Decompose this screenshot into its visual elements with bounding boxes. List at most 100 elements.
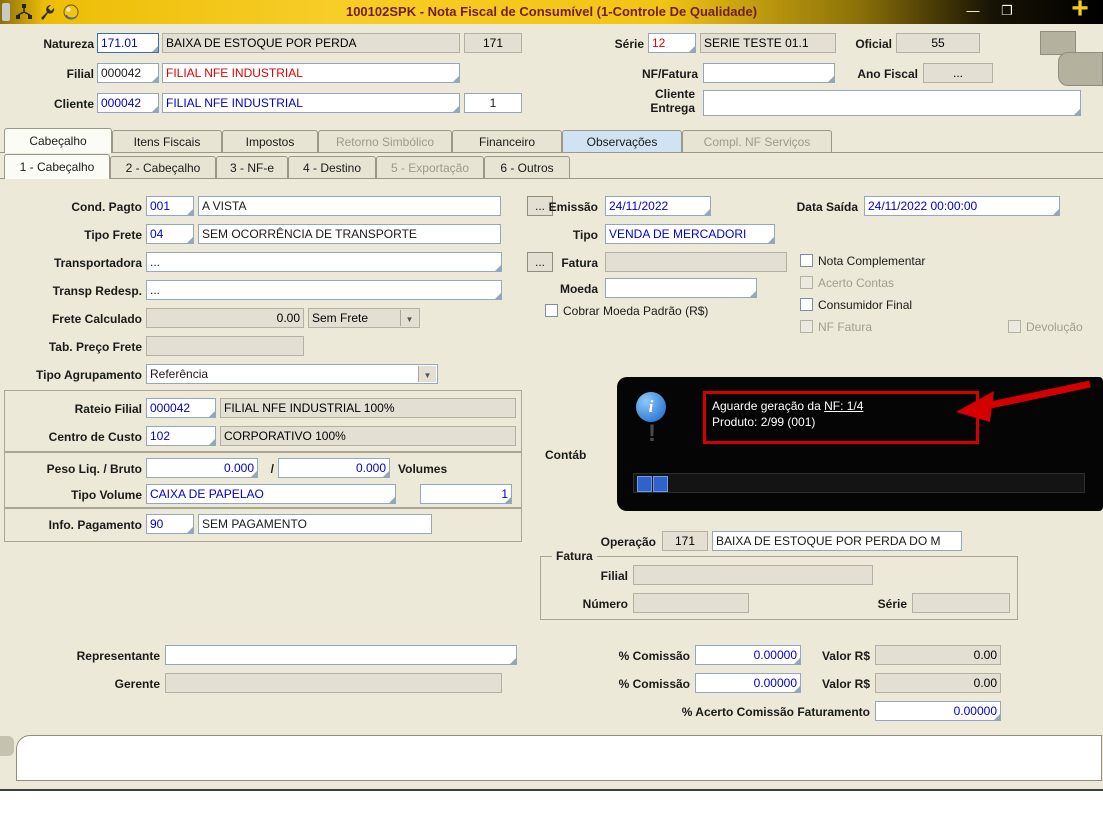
transportadora-field[interactable]: ... [146, 252, 502, 272]
acerto-comissao-field[interactable]: 0.00000 [875, 701, 1001, 721]
title-bar: 100102SPK - Nota Fiscal de Consumível (1… [0, 0, 1103, 24]
cliente-entrega-label-2: Entrega [650, 101, 695, 115]
chevron-down-icon[interactable] [418, 366, 436, 382]
cobrar-moeda-label: Cobrar Moeda Padrão (R$) [563, 304, 709, 318]
nf-fatura-check-label: NF Fatura [818, 320, 873, 334]
subtab-3-nfe[interactable]: 3 - NF-e [216, 156, 288, 178]
transp-redesp-field[interactable]: ... [146, 280, 502, 300]
moeda-label: Moeda [559, 282, 598, 296]
cond-pagto-code-field[interactable]: 001 [146, 196, 194, 216]
transp-redesp-label: Transp Redesp. [52, 284, 142, 298]
tipo-volume-field[interactable]: CAIXA DE PAPELAO [146, 484, 396, 504]
subtab-5-exportacao: 5 - Exportação [376, 156, 484, 178]
contab-label: Contáb [545, 448, 587, 462]
filial-code-field[interactable]: 000042 [97, 63, 159, 83]
acerto-contas-checkbox [800, 276, 813, 289]
volumes-field[interactable]: 1 [420, 484, 512, 504]
tipo-frete-code-field[interactable]: 04 [146, 224, 194, 244]
tab-financeiro[interactable]: Financeiro [452, 130, 562, 152]
tipo-label: Tipo [572, 228, 598, 242]
emissao-field[interactable]: 24/11/2022 [605, 196, 711, 216]
exclamation-icon: ! [648, 420, 656, 447]
info-pagamento-code-field[interactable]: 90 [146, 514, 194, 534]
subtab-1-cabecalho[interactable]: 1 - Cabeçalho [4, 154, 110, 179]
tab-itens-fiscais[interactable]: Itens Fiscais [112, 130, 222, 152]
cobrar-moeda-checkbox[interactable] [545, 304, 558, 317]
chevron-down-icon [400, 310, 418, 326]
operacao-desc-field[interactable]: BAIXA DE ESTOQUE POR PERDA DO M [712, 531, 962, 551]
frete-tipo-value: Sem Frete [312, 311, 369, 325]
cliente-desc-field[interactable]: FILIAL NFE INDUSTRIAL [162, 93, 460, 113]
cliente-label: Cliente [53, 97, 94, 111]
peso-liq-field[interactable]: 0.000 [146, 458, 258, 478]
progress-bar [633, 473, 1085, 493]
natureza-label: Natureza [43, 37, 94, 51]
data-saida-label: Data Saída [796, 200, 858, 214]
frete-tipo-dropdown: Sem Frete [308, 308, 420, 328]
restore-button[interactable]: ❐ [992, 2, 1022, 22]
info-pagamento-desc-field[interactable]: SEM PAGAMENTO [198, 514, 432, 534]
fatura-group-label: Fatura [552, 549, 597, 563]
serie-desc-field: SERIE TESTE 01.1 [700, 33, 836, 53]
centro-custo-code-field[interactable]: 102 [146, 426, 216, 446]
minimize-button[interactable]: — [958, 2, 988, 22]
devolucao-checkbox [1008, 320, 1021, 333]
subtab-6-outros[interactable]: 6 - Outros [484, 156, 570, 178]
oficial-field: 55 [896, 33, 980, 53]
nf-fatura-field[interactable] [703, 63, 835, 83]
comissao2-field[interactable]: 0.00000 [695, 673, 801, 693]
tipo-frete-desc-field[interactable]: SEM OCORRÊNCIA DE TRANSPORTE [198, 224, 501, 244]
moeda-field[interactable] [605, 278, 757, 298]
operacao-code-field: 171 [662, 531, 708, 551]
subtab-4-destino[interactable]: 4 - Destino [288, 156, 376, 178]
nf-fatura-label: NF/Fatura [641, 67, 698, 81]
natureza-code-field[interactable]: 171.01 [97, 33, 159, 53]
tab-observacoes[interactable]: Observações [562, 130, 682, 152]
transportadora-label: Transportadora [53, 256, 142, 270]
cliente-code-field[interactable]: 000042 [97, 93, 159, 113]
fatura-field [605, 252, 787, 272]
tipo-agrupamento-value: Referência [150, 367, 209, 381]
gerente-label: Gerente [114, 677, 160, 691]
tipo-agrupamento-dropdown[interactable]: Referência [146, 364, 438, 384]
rateio-filial-code-field[interactable]: 000042 [146, 398, 216, 418]
cliente-loja-field[interactable]: 1 [464, 93, 522, 113]
nota-complementar-label: Nota Complementar [818, 254, 926, 268]
gerente-field [165, 673, 502, 693]
data-saida-field[interactable]: 24/11/2022 00:00:00 [864, 196, 1060, 216]
tab-impostos[interactable]: Impostos [222, 130, 318, 152]
nf-fatura-checkbox [800, 320, 813, 333]
representante-field[interactable] [165, 645, 517, 665]
fatura-filial-label: Filial [600, 569, 628, 583]
fatura-serie-label: Série [877, 597, 907, 611]
natureza-num-field: 171 [464, 33, 522, 53]
comissao1-field[interactable]: 0.00000 [695, 645, 801, 665]
filial-desc-field[interactable]: FILIAL NFE INDUSTRIAL [162, 63, 460, 83]
frete-calculado-field: 0.00 [146, 308, 304, 328]
annotation-red-box [703, 391, 979, 444]
filial-label: Filial [66, 67, 94, 81]
subtab-2-cabecalho[interactable]: 2 - Cabeçalho [110, 156, 216, 178]
tab-cabecalho[interactable]: Cabeçalho [4, 128, 112, 153]
representante-label: Representante [76, 649, 160, 663]
valor2-field: 0.00 [875, 673, 1001, 693]
peso-bruto-field[interactable]: 0.000 [278, 458, 390, 478]
tab-preco-frete-field [146, 336, 304, 356]
fatura-label: Fatura [561, 256, 598, 270]
nota-complementar-checkbox[interactable] [800, 254, 813, 267]
ano-fiscal-field[interactable]: ... [923, 63, 993, 83]
valor1-field: 0.00 [875, 645, 1001, 665]
cond-pagto-desc-field[interactable]: A VISTA [198, 196, 501, 216]
window-title: 100102SPK - Nota Fiscal de Consumível (1… [345, 4, 758, 19]
tipo-frete-label: Tipo Frete [84, 228, 142, 242]
tipo-agrupamento-label: Tipo Agrupamento [36, 368, 142, 382]
header-corner-button[interactable] [1058, 52, 1103, 86]
tipo-field[interactable]: VENDA DE MERCADORI [605, 224, 775, 244]
annotation-arrow-icon [950, 378, 1098, 426]
close-button[interactable]: + [1060, 0, 1100, 26]
consumidor-final-checkbox[interactable] [800, 298, 813, 311]
fatura-filial-field [633, 565, 873, 585]
cliente-entrega-field[interactable] [703, 90, 1081, 116]
operacao-label: Operação [600, 535, 656, 549]
serie-code-field[interactable]: 12 [648, 33, 696, 53]
